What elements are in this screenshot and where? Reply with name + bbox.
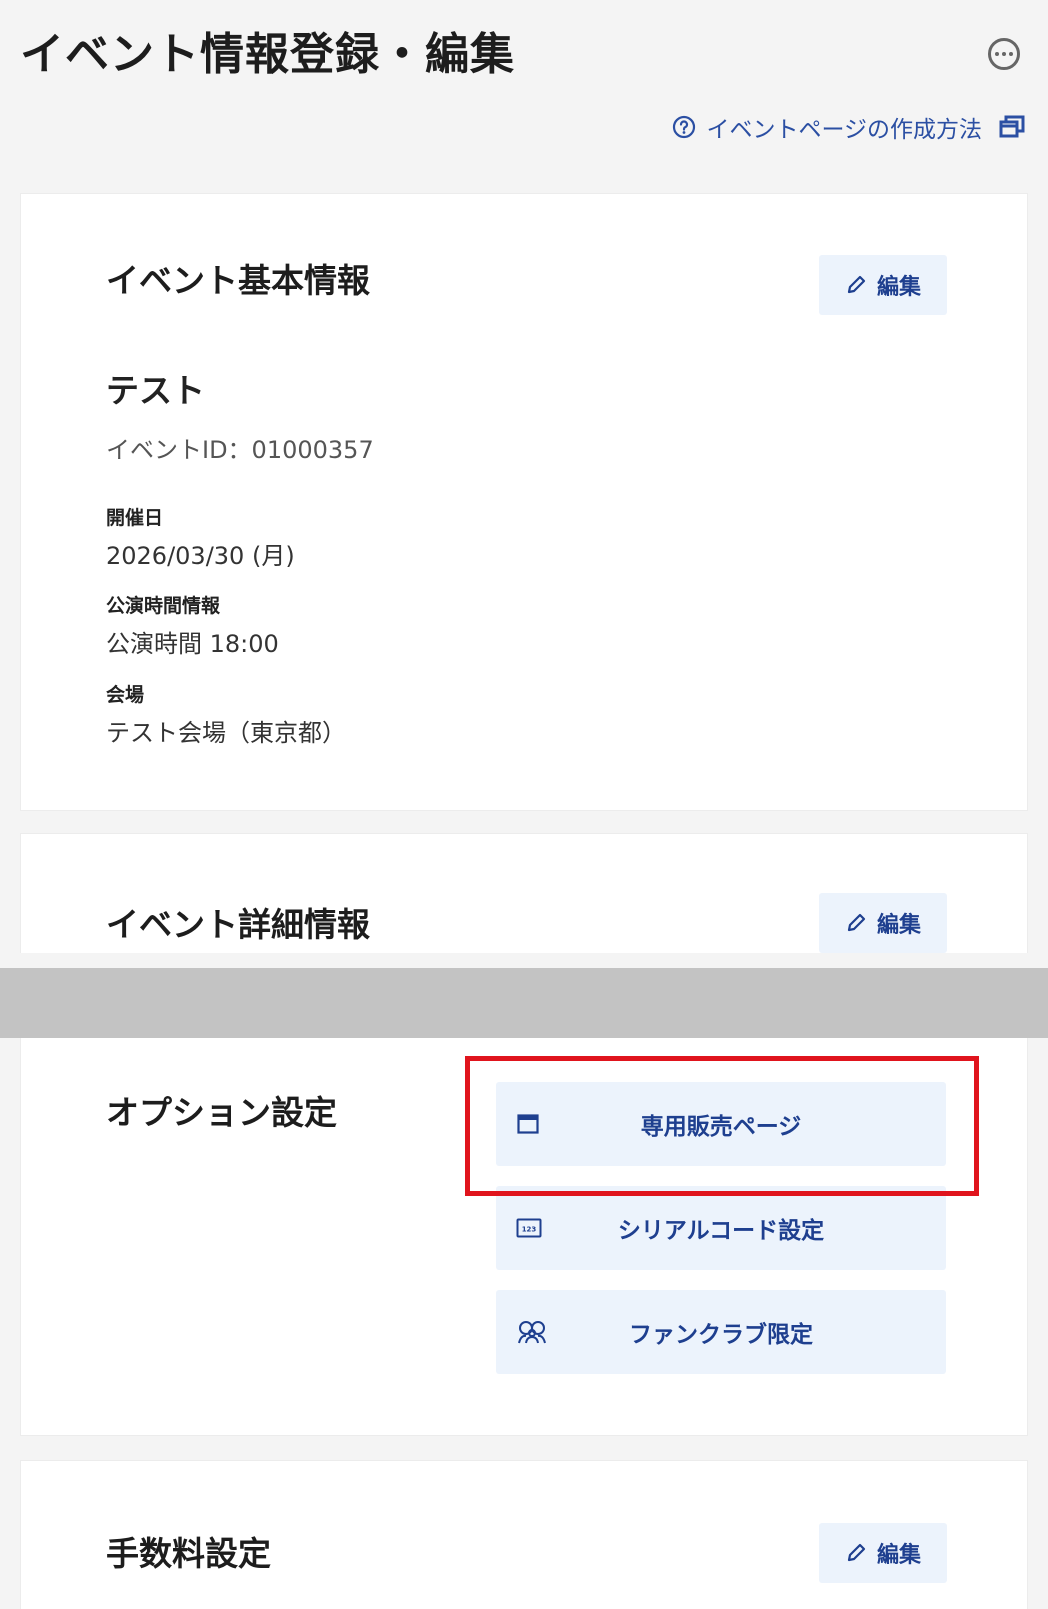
event-name: テスト [106, 371, 205, 410]
help-link-label: イベントページの作成方法 [706, 117, 982, 143]
external-window-icon [999, 115, 1025, 138]
options-card: オプション設定 専用販売ページ 123 シリアルコード設定 ファンクラブ限定 [20, 1038, 1028, 1436]
fee-edit-button[interactable]: 編集 [819, 1523, 947, 1583]
detail-info-card: イベント詳細情報 編集 [20, 833, 1028, 953]
fanclub-limited-button[interactable]: ファンクラブ限定 [496, 1290, 946, 1374]
fanclub-limited-label: ファンクラブ限定 [629, 1322, 813, 1348]
date-value: 2026/03/30 (月) [106, 542, 295, 570]
venue-value: テスト会場（東京都） [106, 719, 346, 747]
basic-info-title: イベント基本情報 [106, 261, 370, 300]
dedicated-sales-page-button[interactable]: 専用販売ページ [496, 1082, 946, 1166]
detail-info-edit-button[interactable]: 編集 [819, 893, 947, 953]
options-title: オプション設定 [106, 1093, 337, 1132]
fee-title: 手数料設定 [106, 1534, 271, 1573]
edit-label: 編集 [876, 913, 921, 938]
detail-info-title: イベント詳細情報 [106, 905, 370, 944]
fee-card: 手数料設定 編集 [20, 1460, 1028, 1609]
dedicated-sales-page-label: 専用販売ページ [640, 1114, 802, 1140]
edit-label: 編集 [876, 275, 921, 300]
more-options-icon[interactable] [988, 38, 1020, 70]
scroll-divider [0, 968, 1048, 1038]
basic-info-card: イベント基本情報 編集 テスト イベントID：01000357 開催日 2026… [20, 193, 1028, 811]
serial-code-label: シリアルコード設定 [617, 1218, 825, 1244]
pencil-icon [847, 1543, 866, 1562]
venue-label: 会場 [106, 684, 145, 706]
date-label: 開催日 [106, 507, 164, 529]
time-label: 公演時間情報 [106, 595, 221, 617]
page-title: イベント情報登録・編集 [20, 29, 515, 80]
event-id: イベントID：01000357 [106, 436, 374, 464]
help-icon [673, 115, 696, 139]
edit-label: 編集 [876, 1543, 921, 1568]
basic-info-edit-button[interactable]: 編集 [819, 255, 947, 315]
serial-code-button[interactable]: 123 シリアルコード設定 [496, 1186, 946, 1270]
pencil-icon [847, 275, 866, 294]
help-link[interactable]: イベントページの作成方法 [672, 110, 1026, 144]
time-value: 公演時間 18:00 [106, 630, 279, 658]
pencil-icon [847, 913, 866, 932]
